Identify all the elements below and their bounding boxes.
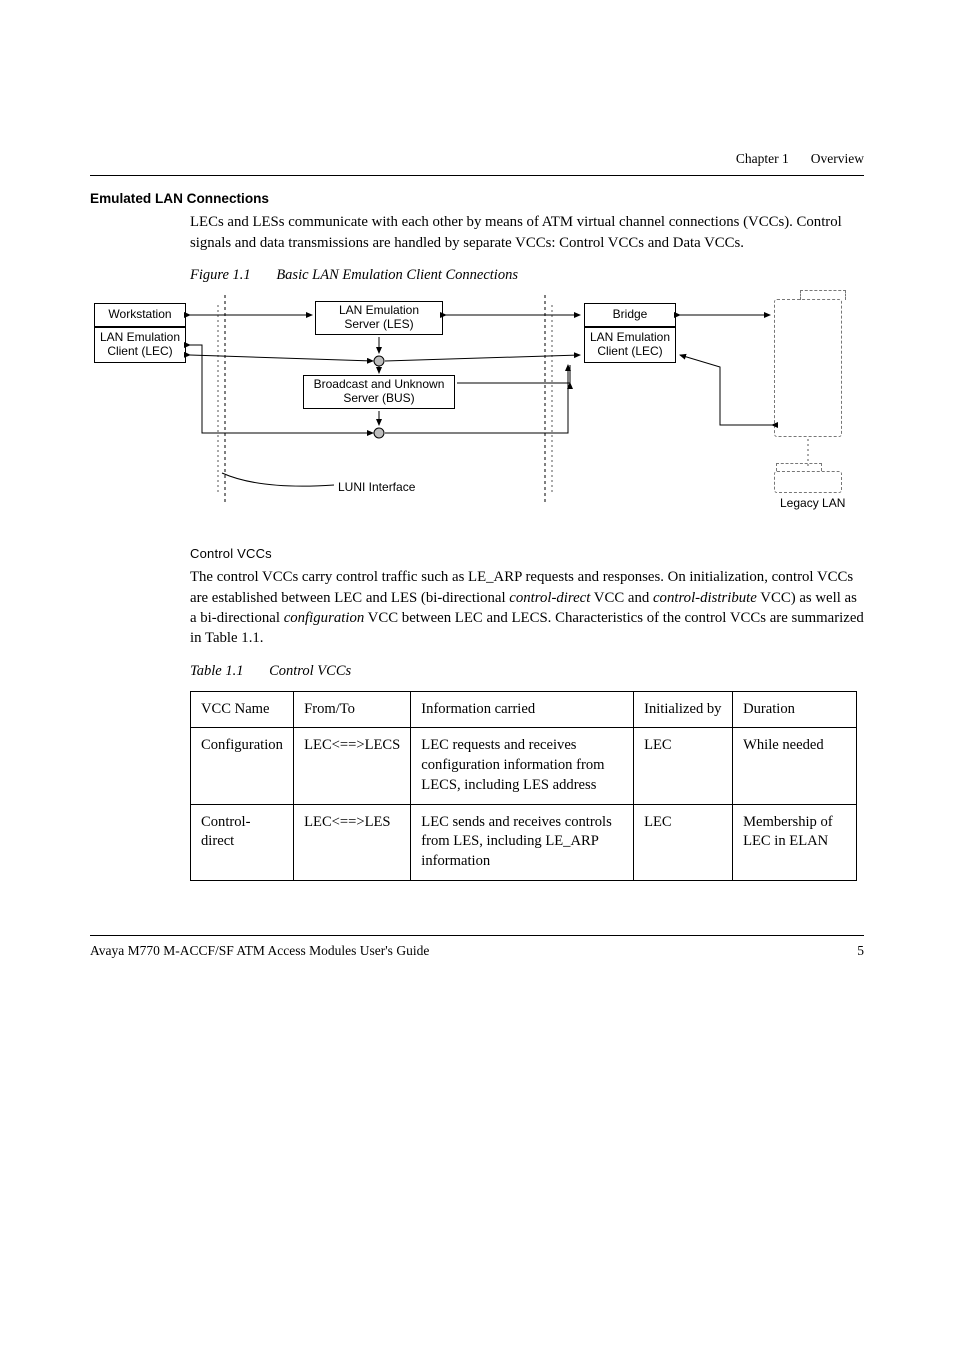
control-vccs-table: VCC Name From/To Information carried Ini… xyxy=(190,691,857,881)
figure-caption: Figure 1.1 Basic LAN Emulation Client Co… xyxy=(190,265,864,285)
table-caption-text: Control VCCs xyxy=(269,663,351,679)
lan-emulation-diagram: Workstation LAN Emulation Client (LEC) L… xyxy=(90,295,859,525)
term-control-direct: control-direct xyxy=(509,590,590,606)
running-head: Chapter 1 Overview xyxy=(90,150,864,169)
term-configuration: configuration xyxy=(284,610,365,626)
footer-rule xyxy=(90,935,864,936)
td-name-1: Control-direct xyxy=(191,804,294,880)
table-row: Control-direct LEC<==>LES LEC sends and … xyxy=(191,804,857,880)
table-caption: Table 1.1 Control VCCs xyxy=(190,661,864,681)
th-info: Information carried xyxy=(411,691,634,728)
chapter-title: Overview xyxy=(811,150,864,169)
term-control-distribute: control-distribute xyxy=(653,590,757,606)
td-name-0: Configuration xyxy=(191,728,294,804)
table-row: Configuration LEC<==>LECS LEC requests a… xyxy=(191,728,857,804)
th-init: Initialized by xyxy=(634,691,733,728)
figure-label: Figure 1.1 xyxy=(190,267,251,283)
td-fromto-1: LEC<==>LES xyxy=(294,804,411,880)
th-from-to: From/To xyxy=(294,691,411,728)
table-label: Table 1.1 xyxy=(190,663,243,679)
td-info-1: LEC sends and receives controls from LES… xyxy=(411,804,634,880)
page-footer: Avaya M770 M-ACCF/SF ATM Access Modules … xyxy=(90,935,864,961)
td-dur-0: While needed xyxy=(733,728,857,804)
td-init-0: LEC xyxy=(634,728,733,804)
control-vccs-paragraph: The control VCCs carry control traffic s… xyxy=(190,567,864,649)
intro-paragraph: LECs and LESs communicate with each othe… xyxy=(190,212,864,253)
top-rule xyxy=(90,175,864,176)
section-heading: Emulated LAN Connections xyxy=(90,190,864,209)
footer-left: Avaya M770 M-ACCF/SF ATM Access Modules … xyxy=(90,942,429,961)
ctrl-text-mid1: VCC and xyxy=(590,590,653,606)
table-header-row: VCC Name From/To Information carried Ini… xyxy=(191,691,857,728)
th-duration: Duration xyxy=(733,691,857,728)
td-dur-1: Membership of LEC in ELAN xyxy=(733,804,857,880)
td-init-1: LEC xyxy=(634,804,733,880)
td-fromto-0: LEC<==>LECS xyxy=(294,728,411,804)
figure-caption-text: Basic LAN Emulation Client Connections xyxy=(276,267,518,283)
td-info-0: LEC requests and receives configuration … xyxy=(411,728,634,804)
diagram-lines xyxy=(90,295,859,525)
footer-page-number: 5 xyxy=(857,942,864,961)
th-vcc-name: VCC Name xyxy=(191,691,294,728)
chapter-label: Chapter 1 xyxy=(736,150,789,169)
control-vccs-heading: Control VCCs xyxy=(190,545,864,563)
